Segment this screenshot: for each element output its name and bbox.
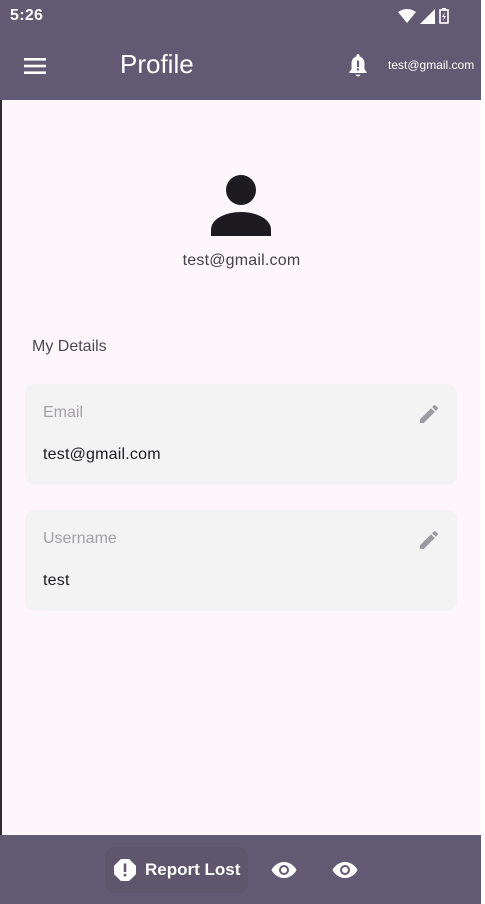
person-icon (211, 175, 271, 236)
app-bar: Profile test@gmail.com (0, 32, 481, 100)
edit-icon[interactable] (417, 402, 441, 426)
appbar-user-email: test@gmail.com (388, 58, 475, 72)
right-edge-margin (481, 0, 485, 904)
username-detail-card: Username test (25, 510, 457, 611)
section-title: My Details (32, 338, 107, 355)
eye-icon[interactable] (270, 858, 298, 882)
status-bar: 5:26 (0, 0, 481, 32)
email-label: Email (43, 404, 84, 421)
email-detail-card: Email test@gmail.com (25, 384, 457, 485)
battery-charging-icon (439, 8, 449, 24)
status-icons (398, 8, 449, 24)
alert-icon (114, 859, 136, 881)
page-title: Profile (120, 49, 194, 79)
menu-icon[interactable] (23, 54, 47, 78)
email-value: test@gmail.com (43, 446, 161, 463)
signal-icon (420, 8, 435, 24)
report-lost-button[interactable]: Report Lost (105, 847, 249, 893)
username-value: test (43, 572, 70, 589)
eye-icon[interactable] (331, 858, 359, 882)
profile-content: test@gmail.com My Details Email test@gma… (2, 100, 481, 835)
username-label: Username (43, 530, 117, 547)
report-lost-label: Report Lost (145, 860, 241, 879)
bottom-action-bar: Report Lost (0, 835, 481, 904)
edit-icon[interactable] (417, 528, 441, 552)
profile-email: test@gmail.com (182, 252, 301, 269)
wifi-icon (398, 8, 416, 23)
profile-screen: 5:26 Profile test@gmail.com test@gmail.c… (0, 0, 485, 904)
bell-icon[interactable] (345, 52, 371, 80)
status-time: 5:26 (10, 7, 44, 24)
